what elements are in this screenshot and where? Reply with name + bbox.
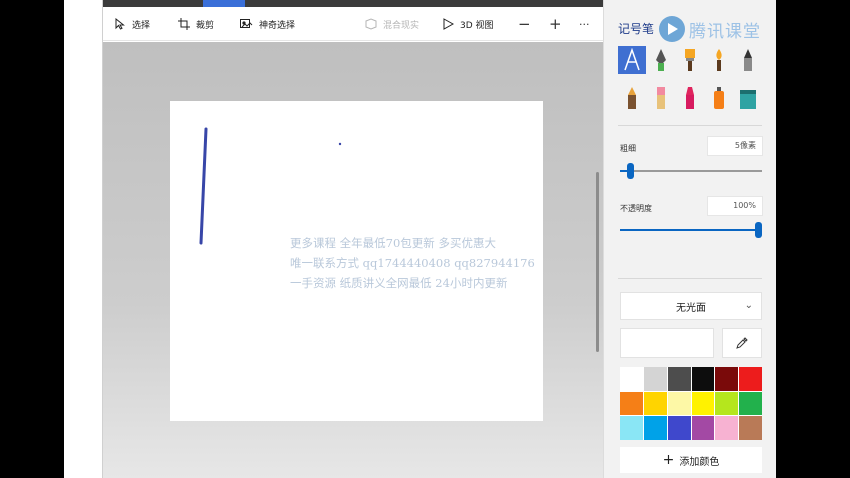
color-swatch[interactable]: [667, 367, 691, 391]
thickness-slider[interactable]: [620, 163, 762, 179]
color-swatch[interactable]: [691, 367, 715, 391]
zoom-out-button[interactable]: −: [518, 7, 531, 41]
opacity-label: 不透明度: [620, 204, 652, 213]
fill-bucket-icon[interactable]: [734, 84, 762, 112]
brush-panel: 记号笔 腾讯课堂 粗细 5像素 不透明度 100% 无光面 ⌄ + 添加颜色: [603, 0, 776, 478]
color-swatch[interactable]: [739, 416, 762, 440]
thickness-label: 粗细: [620, 144, 636, 153]
color-swatch[interactable]: [643, 416, 667, 440]
paint3d-window: 选择 裁剪 神奇选择 混合现实 3D 视图 − + ··· 更多课程 全年最低7…: [102, 0, 776, 478]
left-gutter: [64, 0, 102, 478]
opacity-slider[interactable]: [620, 222, 762, 238]
thickness-thumb[interactable]: [627, 163, 634, 179]
watermark-line-1: 更多课程 全年最低70包更新 多买优惠大: [290, 236, 496, 250]
left-margin: [0, 0, 64, 478]
watermark-overlay: 更多课程 全年最低70包更新 多买优惠大 唯一联系方式 qq1744440408…: [290, 233, 590, 293]
color-swatch[interactable]: [739, 391, 762, 416]
cursor-icon: [115, 18, 125, 30]
ink-pen-icon[interactable]: [647, 46, 675, 74]
mixed-reality-label: 混合现实: [383, 20, 420, 31]
toolbar: 选择 裁剪 神奇选择 混合现实 3D 视图 − + ···: [103, 7, 603, 41]
eyedropper-icon: [736, 337, 748, 349]
watermark-line-3: 一手资源 纸质讲义全网最低 24小时内更新: [290, 276, 508, 290]
color-swatch[interactable]: [643, 367, 667, 391]
view-3d-label: 3D 视图: [460, 20, 494, 31]
color-swatch[interactable]: [667, 416, 691, 440]
calligraphy-pen-icon[interactable]: [618, 46, 646, 74]
thickness-input[interactable]: 5像素: [707, 136, 763, 156]
panel-title: 记号笔: [618, 22, 655, 36]
magic-select-label: 神奇选择: [259, 20, 296, 31]
mixed-reality-button[interactable]: 混合现实: [365, 7, 419, 41]
crop-icon: [178, 18, 190, 30]
finish-value: 无光面: [676, 302, 706, 314]
color-swatch[interactable]: [667, 391, 691, 416]
add-color-button[interactable]: + 添加颜色: [620, 447, 762, 473]
plus-icon: +: [662, 452, 675, 468]
marker-stroke: [199, 127, 208, 245]
marker-icon[interactable]: [676, 84, 704, 112]
brand-play-icon: [659, 16, 685, 42]
view-3d-button[interactable]: 3D 视图: [443, 7, 494, 41]
vertical-scrollbar[interactable]: [596, 172, 599, 352]
color-swatch[interactable]: [691, 391, 715, 416]
brand-logo: 腾讯课堂: [659, 16, 761, 42]
color-swatch[interactable]: [620, 367, 643, 391]
pencil-icon[interactable]: [734, 46, 762, 74]
right-margin: [775, 0, 850, 478]
magic-select-icon: [240, 19, 253, 28]
add-color-label: 添加颜色: [679, 456, 720, 468]
color-swatch[interactable]: [739, 367, 762, 391]
color-palette: [620, 367, 762, 440]
panel-divider-top: [618, 125, 762, 126]
color-swatch[interactable]: [715, 367, 739, 391]
finish-dropdown[interactable]: 无光面 ⌄: [620, 292, 762, 320]
select-button[interactable]: 选择: [115, 7, 150, 41]
chevron-down-icon: ⌄: [744, 300, 753, 311]
oil-brush-icon[interactable]: [676, 46, 704, 74]
crop-button[interactable]: 裁剪: [178, 7, 214, 41]
watercolor-icon[interactable]: [705, 46, 733, 74]
title-tab-active[interactable]: [203, 0, 245, 7]
mixed-reality-icon: [365, 18, 377, 30]
opacity-thumb[interactable]: [755, 222, 762, 238]
marker-dot: [338, 142, 342, 146]
eraser-icon[interactable]: [647, 84, 675, 112]
crayon-icon[interactable]: [618, 84, 646, 112]
magic-select-button[interactable]: 神奇选择: [240, 7, 295, 41]
color-swatch[interactable]: [620, 416, 643, 440]
opacity-fill: [620, 229, 759, 231]
color-swatch[interactable]: [620, 391, 643, 416]
watermark-line-2: 唯一联系方式 qq1744440408 qq827944176: [290, 256, 535, 270]
brand-text: 腾讯课堂: [689, 21, 761, 42]
zoom-in-button[interactable]: +: [549, 7, 562, 41]
play-3d-icon: [443, 18, 454, 30]
more-options-button[interactable]: ···: [579, 7, 590, 41]
color-swatch[interactable]: [691, 416, 715, 440]
select-label: 选择: [132, 20, 151, 31]
color-swatch[interactable]: [715, 416, 739, 440]
thickness-track: [620, 170, 762, 172]
current-color-preview[interactable]: [620, 328, 714, 358]
spray-can-icon[interactable]: [705, 84, 733, 112]
opacity-input[interactable]: 100%: [707, 196, 763, 216]
color-swatch[interactable]: [643, 391, 667, 416]
color-swatch[interactable]: [715, 391, 739, 416]
panel-divider-mid: [618, 278, 762, 279]
crop-label: 裁剪: [196, 20, 215, 31]
eyedropper-button[interactable]: [722, 328, 762, 358]
